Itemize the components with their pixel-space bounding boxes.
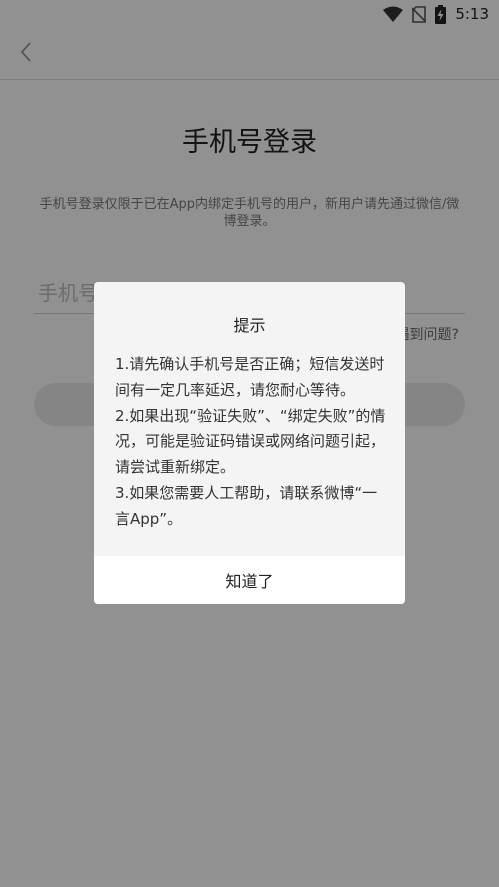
dialog-line-3: 3.如果您需要人工帮助，请联系微博“一言App”。	[115, 483, 378, 528]
confirm-button[interactable]: 知道了	[94, 556, 405, 604]
dialog-title: 提示	[233, 316, 266, 335]
dialog-line-1: 1.请先确认手机号是否正确；短信发送时间有一定几率延迟，请您耐心等待。	[115, 355, 385, 399]
dialog-body: 1.请先确认手机号是否正确；短信发送时间有一定几率延迟，请您耐心等待。 2.如果…	[115, 352, 387, 533]
login-screen: 5:13 手机号登录 手机号登录仅限于已在App内绑定手机号的用户，新用户请先通…	[0, 0, 499, 887]
dialog-line-2: 2.如果出现“验证失败”、“绑定失败”的情况，可能是验证码错误或网络问题引起，请…	[115, 406, 386, 477]
tip-dialog: 提示 1.请先确认手机号是否正确；短信发送时间有一定几率延迟，请您耐心等待。 2…	[94, 282, 405, 604]
dialog-footer: 知道了	[94, 556, 405, 604]
